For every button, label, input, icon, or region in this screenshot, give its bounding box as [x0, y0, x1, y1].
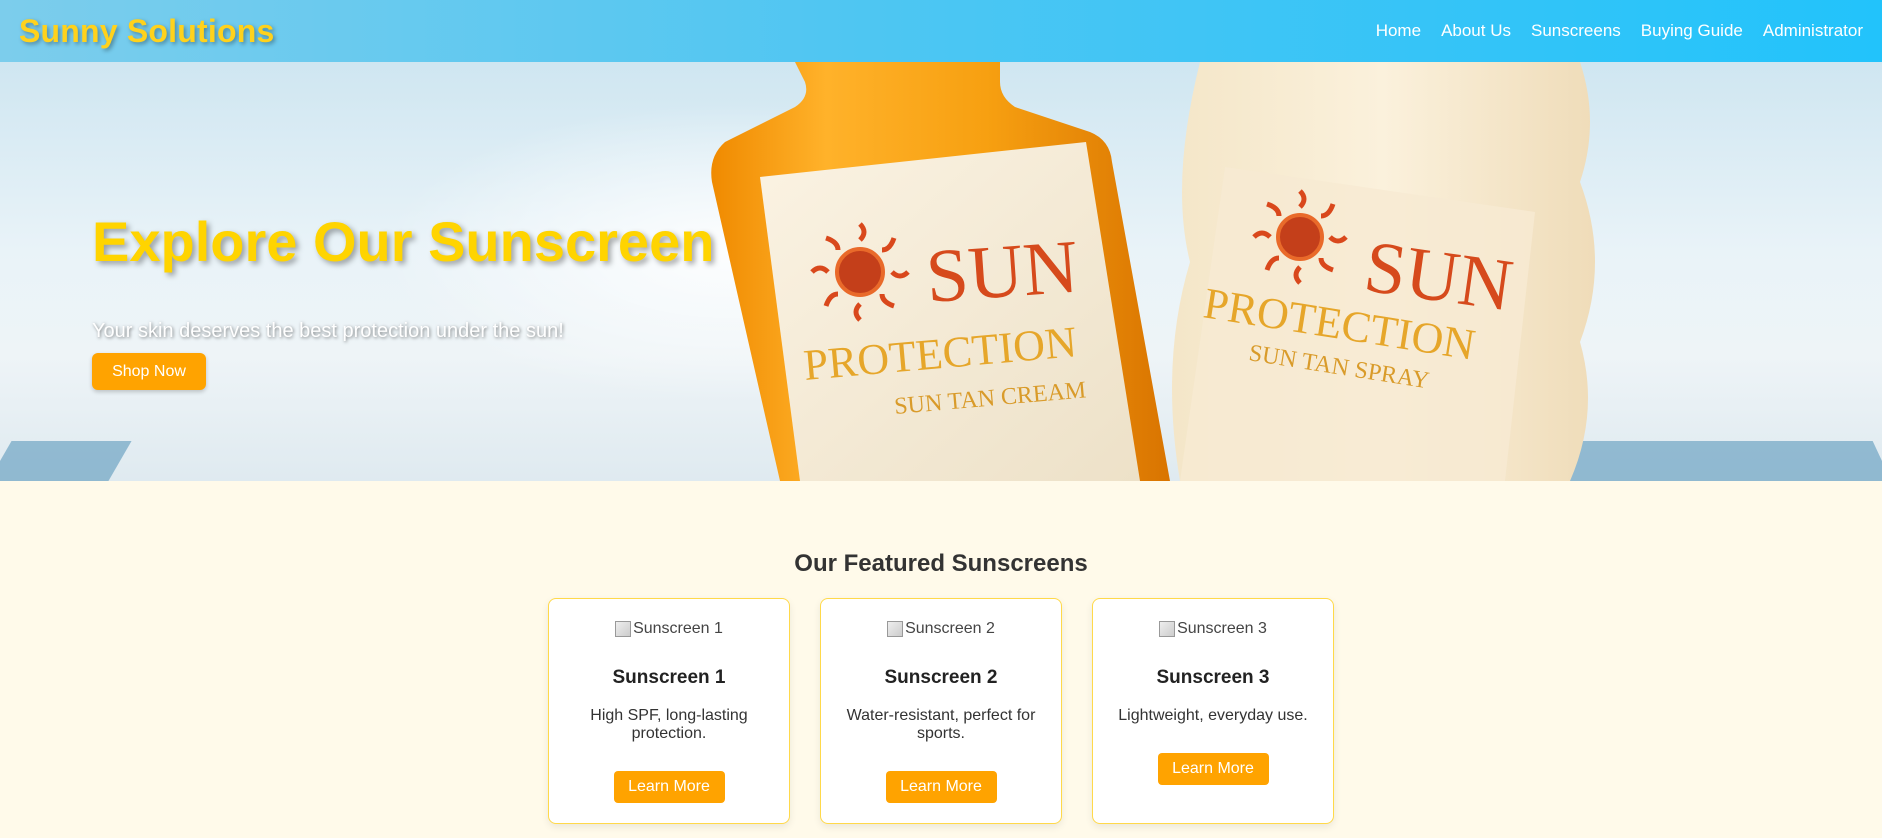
learn-more-button[interactable]: Learn More — [885, 771, 997, 803]
broken-image-icon — [887, 621, 904, 637]
product-image-alt: Sunscreen 1 — [633, 620, 723, 637]
hero-ribbon-left — [0, 441, 132, 481]
product-card: Sunscreen 1 Sunscreen 1 High SPF, long-l… — [548, 598, 790, 824]
shop-now-button[interactable]: Shop Now — [92, 353, 206, 390]
product-image-alt: Sunscreen 2 — [905, 620, 995, 637]
product-image-broken: Sunscreen 2 — [887, 619, 995, 639]
site-header: Sunny Solutions Home About Us Sunscreens… — [0, 0, 1882, 62]
product-description: Water-resistant, perfect for sports. — [846, 707, 1036, 742]
hero-subtitle: Your skin deserves the best protection u… — [92, 320, 564, 342]
product-description: High SPF, long-lasting protection. — [590, 707, 748, 742]
sun-tan-cream-bottle-image: SUN PROTECTION SUN TAN CREAM — [711, 62, 1170, 481]
learn-more-button[interactable]: Learn More — [1157, 753, 1269, 785]
nav-buying-guide[interactable]: Buying Guide — [1641, 21, 1743, 41]
nav-sunscreens[interactable]: Sunscreens — [1531, 21, 1621, 41]
product-image-broken: Sunscreen 3 — [1159, 619, 1267, 639]
product-name: Sunscreen 1 — [612, 667, 726, 688]
product-card: Sunscreen 3 Sunscreen 3 Lightweight, eve… — [1092, 598, 1334, 824]
product-image-alt: Sunscreen 3 — [1177, 620, 1267, 637]
hero-banner: SUN PROTECTION SUN TAN CREAM SUN PROTECT… — [0, 62, 1882, 481]
broken-image-icon — [615, 621, 632, 637]
nav-administrator[interactable]: Administrator — [1763, 21, 1863, 41]
nav-home[interactable]: Home — [1376, 21, 1421, 41]
product-description: Lightweight, everyday use. — [1118, 707, 1308, 724]
main-nav: Home About Us Sunscreens Buying Guide Ad… — [1376, 21, 1863, 41]
product-name: Sunscreen 3 — [1156, 667, 1270, 688]
product-image-broken: Sunscreen 1 — [615, 619, 723, 639]
product-name: Sunscreen 2 — [884, 667, 998, 688]
bottle-1-brand: SUN — [923, 225, 1081, 319]
product-card: Sunscreen 2 Sunscreen 2 Water-resistant,… — [820, 598, 1062, 824]
featured-product-list: Sunscreen 1 Sunscreen 1 High SPF, long-l… — [548, 598, 1334, 824]
broken-image-icon — [1159, 621, 1176, 637]
brand-logo[interactable]: Sunny Solutions — [19, 13, 274, 50]
featured-section-title: Our Featured Sunscreens — [794, 550, 1088, 577]
nav-about-us[interactable]: About Us — [1441, 21, 1511, 41]
learn-more-button[interactable]: Learn More — [613, 771, 725, 803]
sun-tan-spray-bottle-image: SUN PROTECTION SUN TAN SPRAY — [1172, 62, 1595, 481]
hero-title: Explore Our Sunscreen — [92, 210, 715, 273]
